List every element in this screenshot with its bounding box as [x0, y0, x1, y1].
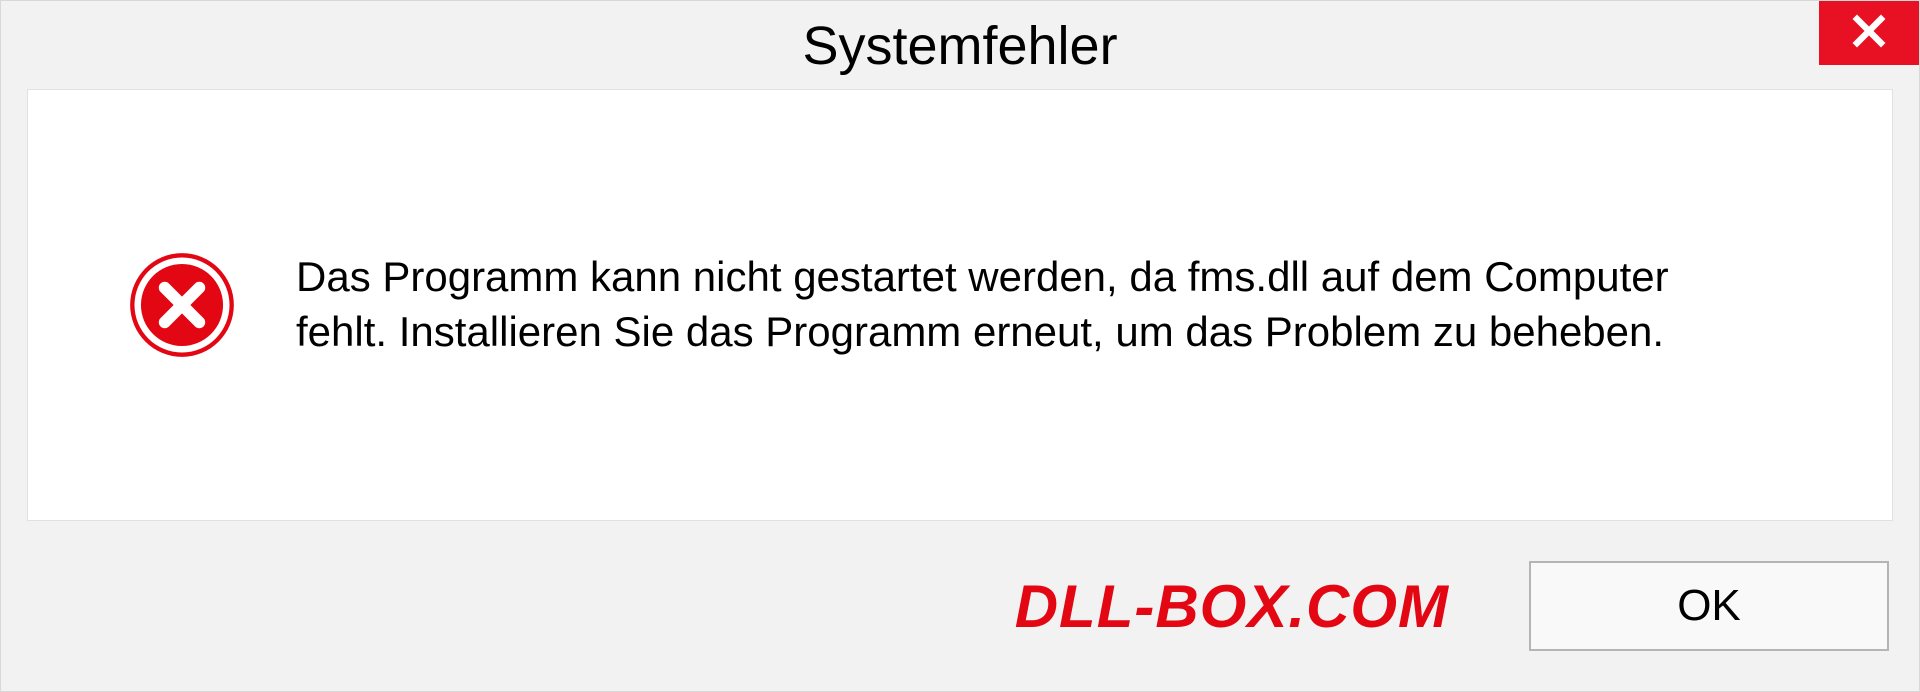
close-icon: [1851, 13, 1887, 54]
dialog-footer: DLL-BOX.COM OK: [1, 521, 1919, 691]
content-panel: Das Programm kann nicht gestartet werden…: [27, 89, 1893, 521]
ok-button-label: OK: [1677, 581, 1741, 631]
error-dialog: Systemfehler Das Programm kann nicht ges…: [0, 0, 1920, 692]
watermark-text: DLL-BOX.COM: [1015, 572, 1449, 641]
error-icon: [128, 251, 236, 359]
dialog-title: Systemfehler: [802, 15, 1117, 77]
error-message: Das Programm kann nicht gestartet werden…: [296, 250, 1746, 359]
close-button[interactable]: [1819, 1, 1919, 65]
ok-button[interactable]: OK: [1529, 561, 1889, 651]
titlebar: Systemfehler: [1, 1, 1919, 89]
